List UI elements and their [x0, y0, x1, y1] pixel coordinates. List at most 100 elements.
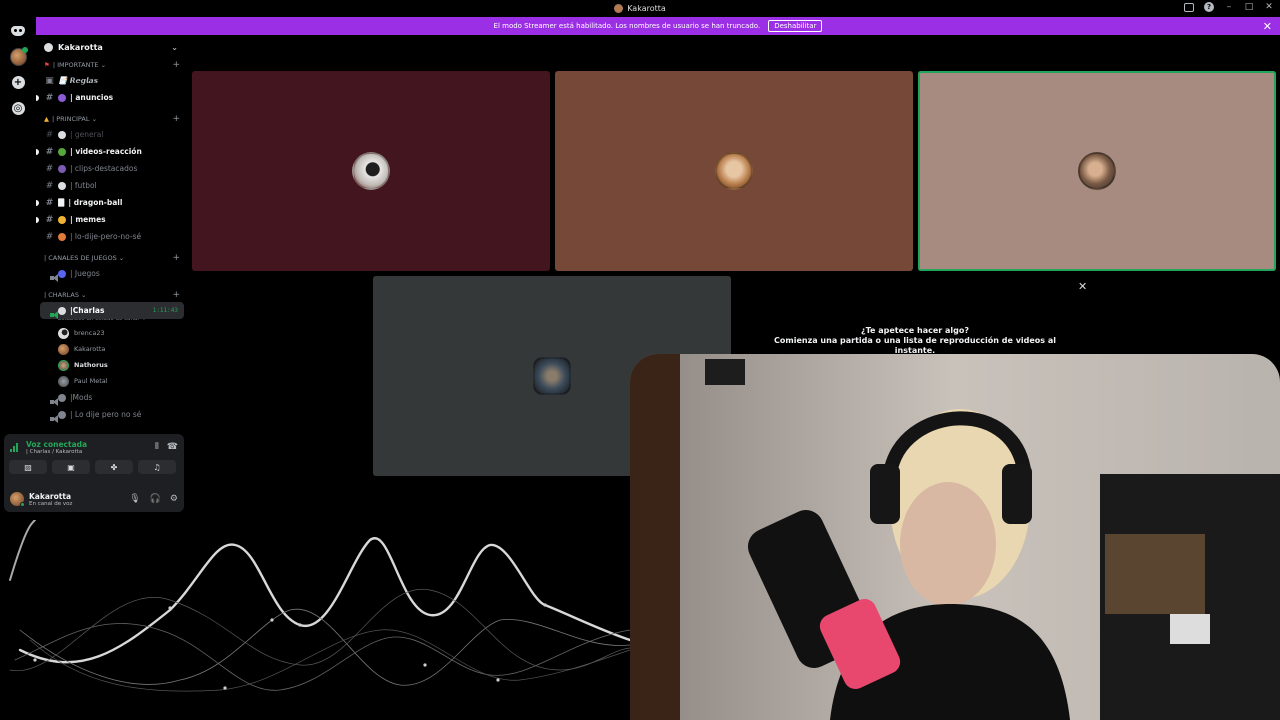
channel-lo-dije-voz[interactable]: | Lo dije pero no sé [36, 406, 188, 423]
activities-button[interactable]: ✤ [95, 460, 133, 474]
hash-icon: # [45, 214, 54, 225]
voice-user-name: Paul Metal [74, 377, 108, 385]
channel-clips-destacados[interactable]: # | clips-destacados [36, 160, 188, 177]
channel-label: | Lo dije pero no sé [70, 410, 142, 419]
channel-label: | dragon-ball [68, 198, 123, 207]
camera-off-icon: ▨ [24, 462, 32, 472]
channel-juegos[interactable]: | Juegos [36, 265, 188, 282]
chat-icon [58, 393, 66, 402]
unread-indicator [36, 148, 39, 155]
audio-waveform-overlay [9, 520, 632, 692]
soccer-ball-icon [58, 181, 66, 190]
channel-futbol[interactable]: # | futbol [36, 177, 188, 194]
settings-gear-icon[interactable]: ⚙ [170, 494, 178, 504]
channel-general[interactable]: # | general [36, 126, 188, 143]
category-charlas[interactable]: | CHARLAS ⌄ + [36, 288, 188, 302]
chat-icon [58, 306, 66, 315]
announce-icon [58, 93, 66, 102]
add-server-button[interactable]: + [10, 74, 27, 91]
channel-anuncios[interactable]: # | anuncios [36, 89, 188, 106]
chat-icon [58, 130, 66, 139]
channel-charlas[interactable]: |Charlas 1:11:43 [40, 302, 184, 319]
home-button[interactable] [10, 22, 27, 39]
share-screen-button[interactable]: ▣ [52, 460, 90, 474]
noise-suppression-icon[interactable]: ⫴ [155, 442, 159, 452]
add-channel-icon[interactable]: + [172, 290, 180, 300]
bell-icon: ▲ [44, 115, 49, 123]
user-panel: Kakarotta En canal de voz 🎙 🎧 ⚙ [4, 486, 184, 512]
channel-videos-reaccion[interactable]: # | videos-reacción [36, 143, 188, 160]
channel-label: | clips-destacados [70, 164, 138, 173]
disconnect-icon[interactable]: ☎ [167, 442, 178, 452]
activity-icon: ✤ [110, 462, 118, 472]
window-title-text: Kakarotta [627, 3, 666, 13]
participant-tile[interactable] [555, 71, 913, 271]
server-name: Kakarotta [58, 42, 103, 52]
channel-reglas[interactable]: ▣ 📑 𝙍𝙚𝙜𝙡𝙖𝙨 [36, 72, 188, 89]
participant-tile-speaking[interactable] [918, 71, 1276, 271]
flag-icon: ⚑ [44, 61, 50, 69]
title-bar: Kakarotta ? – □ ✕ [0, 0, 1280, 16]
camera-off-button[interactable]: ▨ [9, 460, 47, 474]
window-title: Kakarotta [614, 3, 666, 13]
activity-subtitle: Comienza una partida o una lista de repr… [774, 336, 1056, 355]
activity-title: ¿Te apetece hacer algo? [861, 326, 969, 335]
alien-icon [58, 147, 66, 156]
add-channel-icon[interactable]: + [172, 114, 180, 124]
channel-mods[interactable]: |Mods [36, 389, 188, 406]
minimize-button[interactable]: – [1224, 2, 1234, 12]
server-kakarotta-button[interactable] [9, 46, 28, 66]
film-icon [58, 164, 66, 173]
webcam-feed [630, 354, 1280, 720]
avatar [58, 375, 69, 387]
hash-icon: # [45, 197, 54, 208]
participant-tile[interactable] [192, 71, 550, 271]
category-juegos[interactable]: | CANALES DE JUEGOS ⌄ + [36, 251, 188, 265]
add-channel-icon[interactable]: + [172, 253, 180, 263]
category-principal[interactable]: ▲ | PRINCIPAL ⌄ + [36, 112, 188, 126]
channel-lo-dije[interactable]: # | lo-dije-pero-no-sé [36, 228, 188, 245]
voice-user[interactable]: Nathorus [36, 357, 188, 373]
unread-indicator [36, 199, 39, 206]
microphone-icon[interactable]: 🎙 [129, 494, 140, 504]
headphones-icon[interactable]: 🎧 [150, 494, 161, 504]
laugh-icon [58, 215, 66, 224]
server-header[interactable]: Kakarotta ⌄ [36, 36, 188, 58]
rules-icon: ▣ [45, 75, 54, 86]
channel-sidebar: Kakarotta ⌄ ⚑ | IMPORTANTE ⌄ + ▣ 📑 𝙍𝙚𝙜𝙡𝙖… [36, 36, 188, 436]
channel-label: 📑 𝙍𝙚𝙜𝙡𝙖𝙨 [58, 76, 99, 85]
channel-label: | futbol [70, 181, 97, 190]
close-window-button[interactable]: ✕ [1264, 2, 1274, 12]
category-importante[interactable]: ⚑ | IMPORTANTE ⌄ + [36, 58, 188, 72]
soundboard-button[interactable]: ♫ [138, 460, 176, 474]
voice-channel-path[interactable]: | Charlas / Kakarotta [26, 449, 87, 455]
channel-memes[interactable]: # | memes [36, 211, 188, 228]
channel-label: | lo-dije-pero-no-sé [70, 232, 142, 241]
voice-user[interactable]: Kakarotta [36, 341, 188, 357]
voice-user[interactable]: brenca23 [36, 325, 188, 341]
avatar [715, 152, 753, 190]
maximize-button[interactable]: □ [1244, 2, 1254, 12]
hash-icon: # [45, 92, 54, 103]
signal-icon[interactable] [10, 442, 20, 452]
avatar[interactable] [10, 492, 25, 507]
channel-label: | anuncios [70, 93, 114, 102]
add-channel-icon[interactable]: + [172, 60, 180, 70]
help-icon[interactable]: ? [1204, 2, 1214, 12]
screen-share-icon: ▣ [67, 462, 75, 472]
inbox-icon[interactable] [1184, 2, 1194, 12]
banner-close-icon[interactable]: ✕ [1263, 20, 1272, 33]
channel-dragon-ball[interactable]: # 🀫 | dragon-ball [36, 194, 188, 211]
avatar [1078, 152, 1116, 190]
hash-icon: # [45, 180, 54, 191]
avatar [352, 152, 390, 190]
voice-user[interactable]: Paul Metal [36, 373, 188, 389]
banner-text: El modo Streamer está habilitado. Los no… [493, 22, 761, 30]
server-avatar-icon [614, 3, 624, 13]
avatar [58, 359, 69, 371]
activity-prompt[interactable]: ¿Te apetece hacer algo? Comienza una par… [760, 326, 1070, 356]
disable-streamer-button[interactable]: Deshabilitar [768, 20, 823, 32]
close-activity-icon[interactable]: ✕ [1078, 280, 1087, 293]
chat-icon [58, 410, 66, 419]
discover-button[interactable]: ◎ [10, 100, 27, 117]
